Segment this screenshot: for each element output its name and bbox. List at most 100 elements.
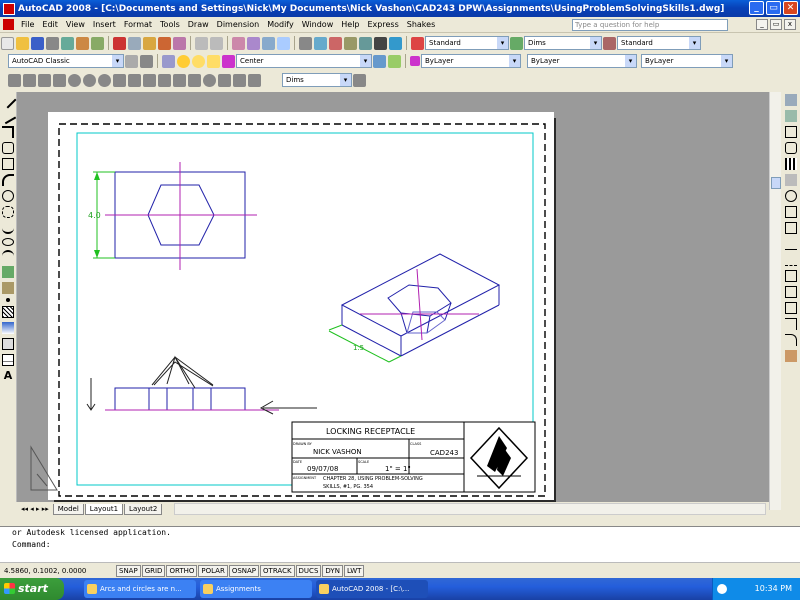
undo-icon[interactable] (195, 36, 208, 50)
layer-on-icon[interactable] (177, 54, 190, 68)
save-workspace-icon[interactable] (140, 54, 153, 68)
insert-block-icon[interactable] (2, 266, 14, 278)
break-icon[interactable] (785, 286, 797, 298)
layer-select[interactable]: Center (236, 54, 372, 68)
table-style-icon[interactable] (603, 36, 616, 50)
gradient-icon[interactable] (2, 322, 14, 334)
menu-help[interactable]: Help (337, 20, 363, 29)
new-icon[interactable] (1, 36, 14, 50)
start-button[interactable]: start (0, 578, 64, 600)
drawing-area[interactable]: 4.0 1.5 LOCKING RECEPTACLE DRAWN BY NICK… (17, 92, 769, 506)
offset-icon[interactable] (785, 142, 797, 154)
stretch-icon[interactable] (785, 222, 797, 234)
construction-line-icon[interactable] (0, 107, 17, 125)
pan-icon[interactable] (232, 36, 245, 50)
menu-modify[interactable]: Modify (263, 20, 298, 29)
tab-layout2[interactable]: Layout2 (124, 503, 163, 515)
quick-leader-icon[interactable] (173, 73, 186, 87)
properties-icon[interactable] (299, 36, 312, 50)
polygon-icon[interactable] (2, 142, 14, 154)
line-icon[interactable] (0, 91, 17, 109)
zoom-previous-icon[interactable] (277, 36, 290, 50)
design-center-icon[interactable] (314, 36, 327, 50)
command-prompt[interactable]: Command: (12, 539, 800, 551)
menu-edit[interactable]: Edit (38, 20, 62, 29)
minimize-button[interactable]: _ (749, 1, 764, 15)
diameter-dim-icon[interactable] (98, 73, 111, 87)
color-select[interactable]: ByLayer (421, 54, 521, 68)
menu-insert[interactable]: Insert (89, 20, 120, 29)
multiline-text-icon[interactable]: A (2, 370, 14, 382)
make-layer-current-icon[interactable] (373, 54, 386, 68)
baseline-dim-icon[interactable] (143, 73, 156, 87)
polyline-icon[interactable] (2, 126, 14, 138)
dim-style-manager-icon[interactable] (353, 73, 366, 87)
quick-dim-icon[interactable] (128, 73, 141, 87)
match-properties-icon[interactable] (158, 36, 171, 50)
angular-dim-icon[interactable] (113, 73, 126, 87)
aligned-dim-icon[interactable] (23, 73, 36, 87)
make-block-icon[interactable] (2, 282, 14, 294)
grid-toggle[interactable]: GRID (141, 564, 166, 577)
tool-palettes-icon[interactable] (329, 36, 342, 50)
menu-format[interactable]: Format (120, 20, 156, 29)
menu-shakes[interactable]: Shakes (403, 20, 440, 29)
sheet-set-icon[interactable] (344, 36, 357, 50)
snap-toggle[interactable]: SNAP (116, 564, 141, 577)
tab-nav-arrows[interactable]: ◂◂ ◂ ▸ ▸▸ (21, 505, 49, 513)
ortho-toggle[interactable]: ORTHO (166, 564, 198, 577)
autocad-icon[interactable] (3, 2, 15, 15)
copy-icon[interactable] (128, 36, 141, 50)
chamfer-icon[interactable] (785, 318, 797, 330)
point-icon[interactable] (6, 298, 10, 302)
coordinates-readout[interactable]: 4.5860, 0.1002, 0.0000 (0, 567, 116, 575)
table-style-select[interactable]: Standard (617, 36, 701, 50)
tab-layout1[interactable]: Layout1 (84, 503, 124, 515)
extend-icon[interactable] (785, 254, 797, 266)
ordinate-dim-icon[interactable] (53, 73, 66, 87)
dim-style-select[interactable]: Dims (524, 36, 602, 50)
menu-draw[interactable]: Draw (184, 20, 213, 29)
dim-text-edit-icon[interactable] (233, 73, 246, 87)
task-firefox[interactable]: Arcs and circles are n... (84, 580, 196, 598)
print-icon[interactable] (46, 36, 59, 50)
plot-preview-icon[interactable] (61, 36, 74, 50)
continue-dim-icon[interactable] (158, 73, 171, 87)
save-icon[interactable] (31, 36, 44, 50)
ellipse-arc-icon[interactable] (2, 250, 14, 262)
osnap-toggle[interactable]: OSNAP (228, 564, 260, 577)
mirror-icon[interactable] (785, 126, 797, 138)
command-line[interactable]: or Autodesk licensed application. Comman… (0, 526, 800, 562)
redo-icon[interactable] (210, 36, 223, 50)
rotate-icon[interactable] (785, 190, 797, 202)
open-icon[interactable] (16, 36, 29, 50)
cut-icon[interactable] (113, 36, 126, 50)
jogged-dim-icon[interactable] (83, 73, 96, 87)
text-style-icon[interactable] (411, 36, 424, 50)
table-icon[interactable] (2, 354, 14, 366)
doc-close-button[interactable]: x (784, 19, 796, 30)
center-mark-icon[interactable] (203, 73, 216, 87)
hatch-icon[interactable] (2, 306, 14, 318)
dyn-toggle[interactable]: DYN (322, 564, 343, 577)
break-at-point-icon[interactable] (785, 270, 797, 282)
polar-toggle[interactable]: POLAR (198, 564, 228, 577)
clock[interactable]: 10:34 PM (755, 584, 792, 593)
block-editor-icon[interactable] (173, 36, 186, 50)
menu-tools[interactable]: Tools (156, 20, 184, 29)
doc-minimize-button[interactable]: _ (756, 19, 768, 30)
menu-file[interactable]: File (17, 20, 38, 29)
ellipse-icon[interactable] (2, 238, 14, 246)
tolerance-icon[interactable] (188, 73, 201, 87)
help-search-input[interactable]: Type a question for help (572, 19, 728, 31)
move-icon[interactable] (785, 174, 797, 186)
vertical-scrollbar[interactable] (769, 92, 781, 510)
menu-express[interactable]: Express (364, 20, 403, 29)
join-icon[interactable] (785, 302, 797, 314)
spline-icon[interactable] (2, 222, 14, 234)
dim-style-select-2[interactable]: Dims (282, 73, 352, 87)
ducs-toggle[interactable]: DUCS (295, 564, 322, 577)
scale-icon[interactable] (785, 206, 797, 218)
paste-icon[interactable] (143, 36, 156, 50)
dim-style-icon[interactable] (510, 36, 523, 50)
